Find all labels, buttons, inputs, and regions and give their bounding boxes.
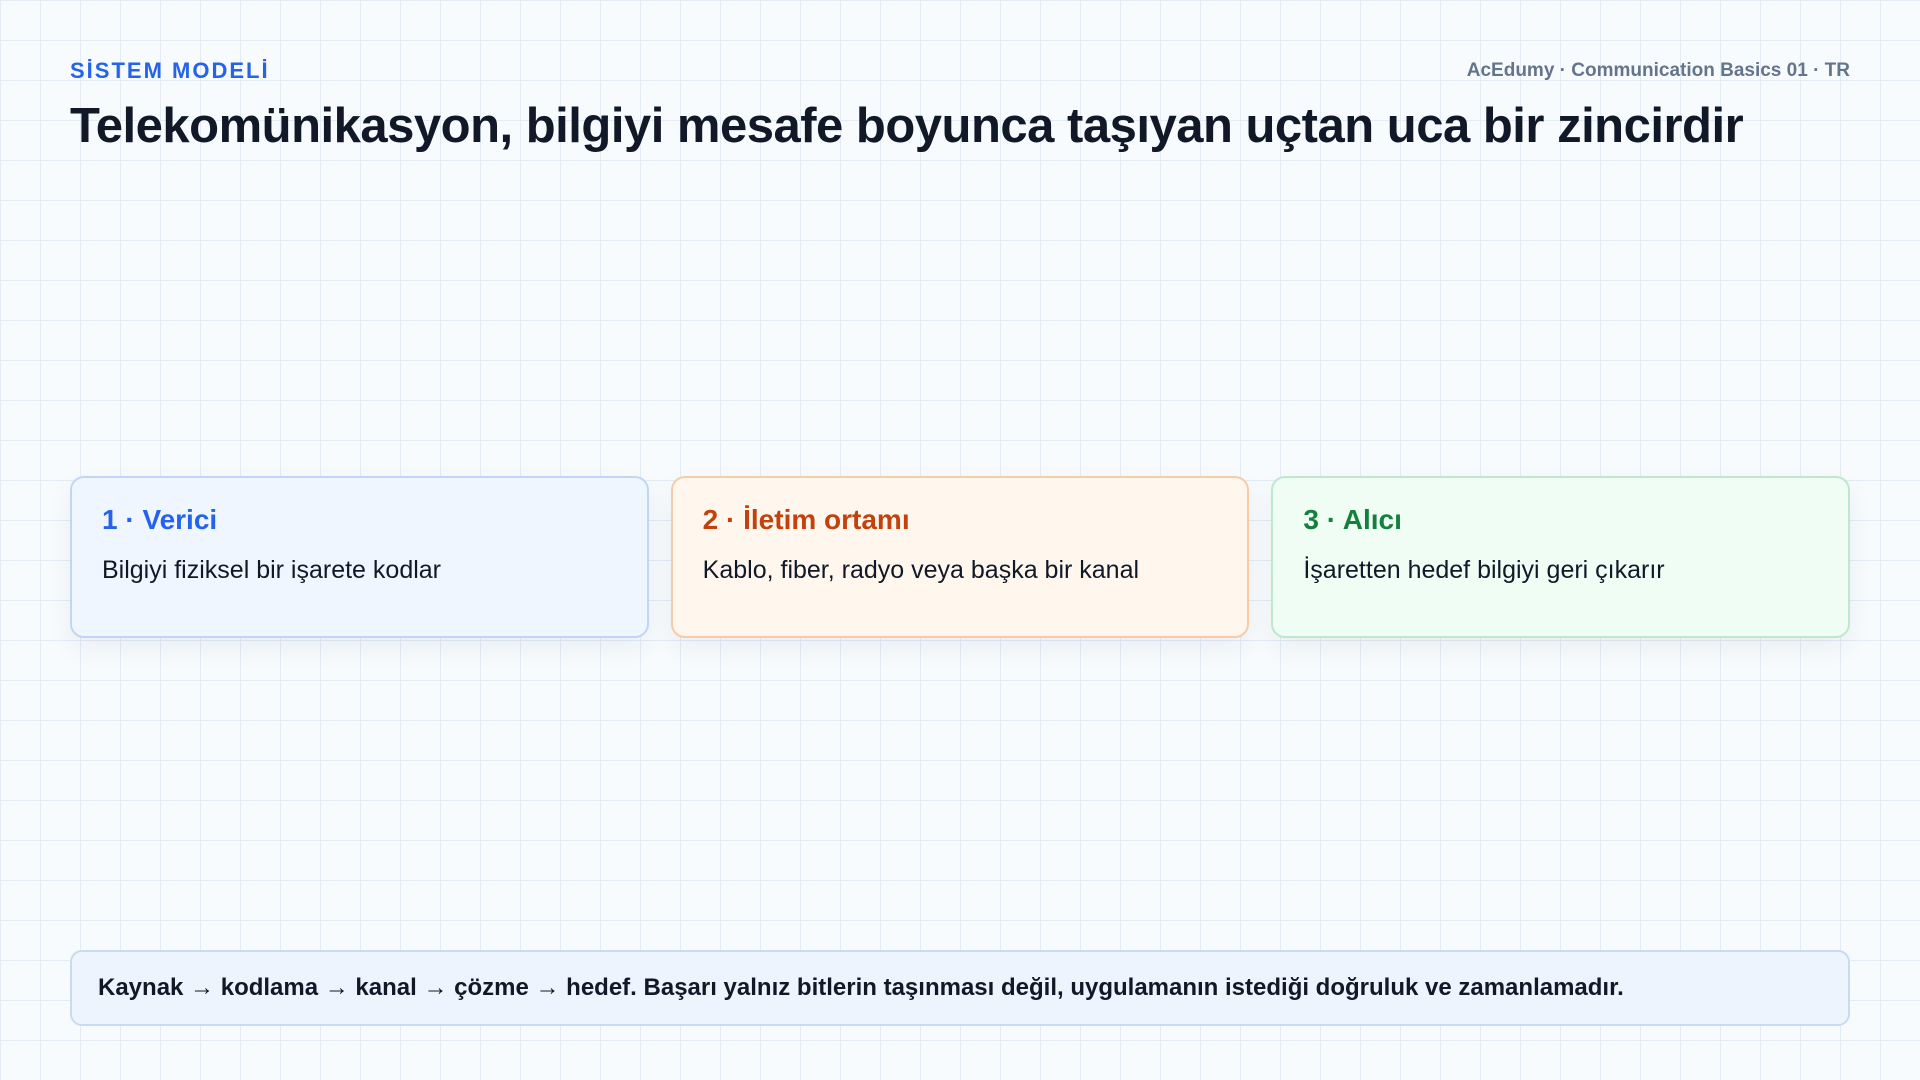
slide-title: Telekomünikasyon, bilgiyi mesafe boyunca… bbox=[70, 99, 1744, 153]
card-transmitter: 1 · Verici Bilgiyi fiziksel bir işarete … bbox=[70, 476, 649, 638]
card-description: İşaretten hedef bilgiyi geri çıkarır bbox=[1303, 556, 1665, 584]
card-title: 1 · Verici bbox=[102, 504, 218, 535]
card-description: Kablo, fiber, radyo veya başka bir kanal bbox=[702, 556, 1140, 584]
course-meta: AcEdumy · Communication Basics 01 · TR bbox=[1466, 60, 1850, 81]
card-description: Bilgiyi fiziksel bir işarete kodlar bbox=[102, 556, 442, 584]
system-model-cards: 1 · Verici Bilgiyi fiziksel bir işarete … bbox=[70, 476, 1851, 638]
section-eyebrow: SİSTEM MODELİ bbox=[70, 58, 270, 83]
summary-callout: Kaynak → kodlama → kanal → çözme → hedef… bbox=[70, 950, 1850, 1026]
card-title: 2 · İletim ortamı bbox=[702, 504, 910, 535]
summary-text: Kaynak → kodlama → kanal → çözme → hedef… bbox=[98, 974, 1624, 1001]
card-title: 3 · Alıcı bbox=[1303, 504, 1402, 535]
card-receiver: 3 · Alıcı İşaretten hedef bilgiyi geri ç… bbox=[1271, 476, 1851, 638]
card-transmission-medium: 2 · İletim ortamı Kablo, fiber, radyo ve… bbox=[670, 476, 1250, 638]
